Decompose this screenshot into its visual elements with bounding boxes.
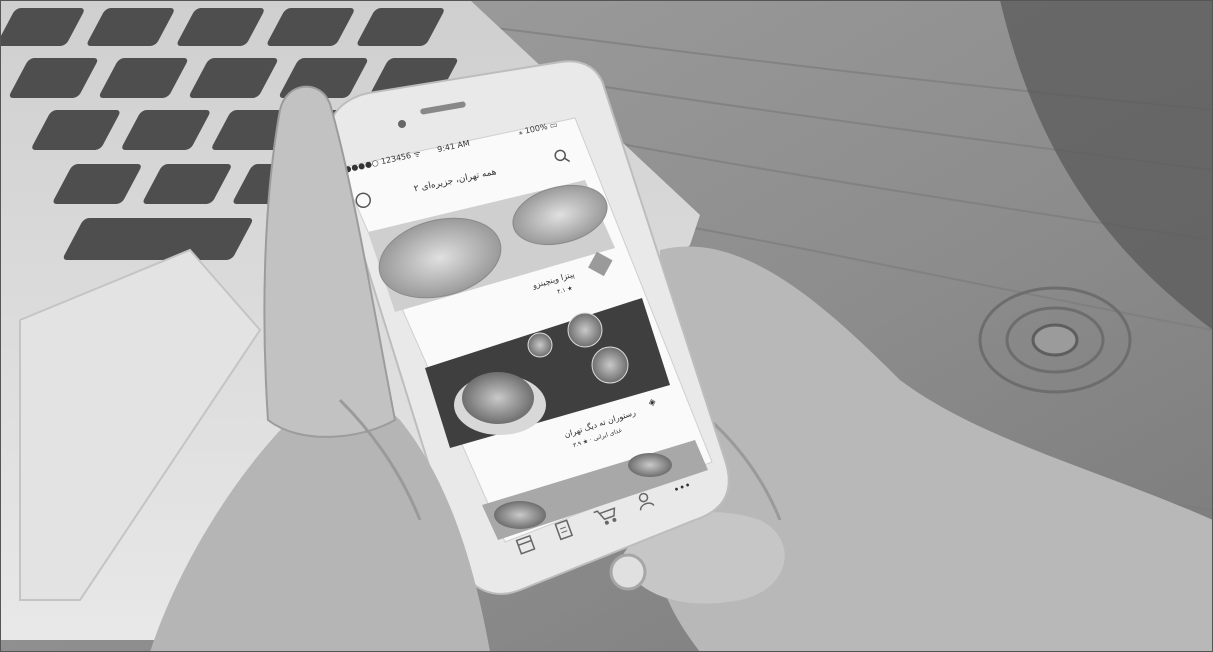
front-camera [398, 120, 406, 128]
photo-scene: ●●●●○ 123456 ᯤ 9:41 AM ⁎ 100% ▭ همه تهرا… [0, 0, 1213, 652]
home-button[interactable] [609, 553, 647, 591]
